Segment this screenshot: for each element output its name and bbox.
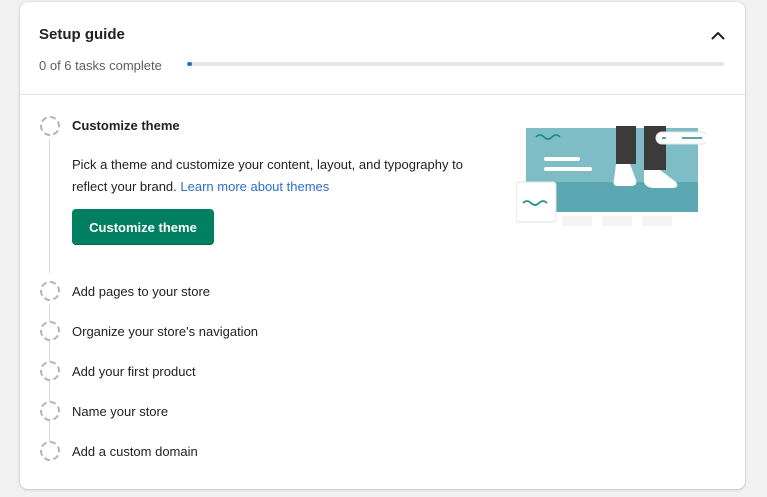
task-incomplete-circle-icon[interactable] (40, 401, 60, 421)
task-description: Pick a theme and customize your content,… (72, 154, 472, 198)
task-label[interactable]: Name your store (72, 404, 168, 419)
setup-guide-title: Setup guide (39, 26, 125, 43)
progress-bar-fill (187, 62, 193, 66)
chevron-up-icon (711, 31, 725, 39)
task-label[interactable]: Organize your store's navigation (72, 324, 258, 339)
progress-text: 0 of 6 tasks complete (39, 58, 162, 73)
progress-bar (187, 62, 724, 66)
learn-more-themes-link[interactable]: Learn more about themes (180, 179, 329, 194)
task-label: Customize theme (72, 118, 180, 133)
task-incomplete-circle-icon[interactable] (40, 361, 60, 381)
setup-guide-header: Setup guide 0 of 6 tasks complete (20, 2, 745, 95)
task-label[interactable]: Add your first product (72, 364, 196, 379)
collapse-button[interactable] (705, 22, 731, 48)
task-label[interactable]: Add a custom domain (72, 444, 198, 459)
task-incomplete-circle-icon[interactable] (40, 441, 60, 461)
task-incomplete-circle-icon[interactable] (40, 281, 60, 301)
task-incomplete-circle-icon[interactable] (40, 321, 60, 341)
theme-illustration (516, 126, 706, 226)
customize-theme-button[interactable]: Customize theme (72, 209, 214, 245)
setup-guide-card: Setup guide 0 of 6 tasks complete Custom… (20, 2, 745, 489)
task-label[interactable]: Add pages to your store (72, 284, 210, 299)
task-connector-line (49, 138, 50, 273)
task-incomplete-circle-icon[interactable] (40, 116, 60, 136)
